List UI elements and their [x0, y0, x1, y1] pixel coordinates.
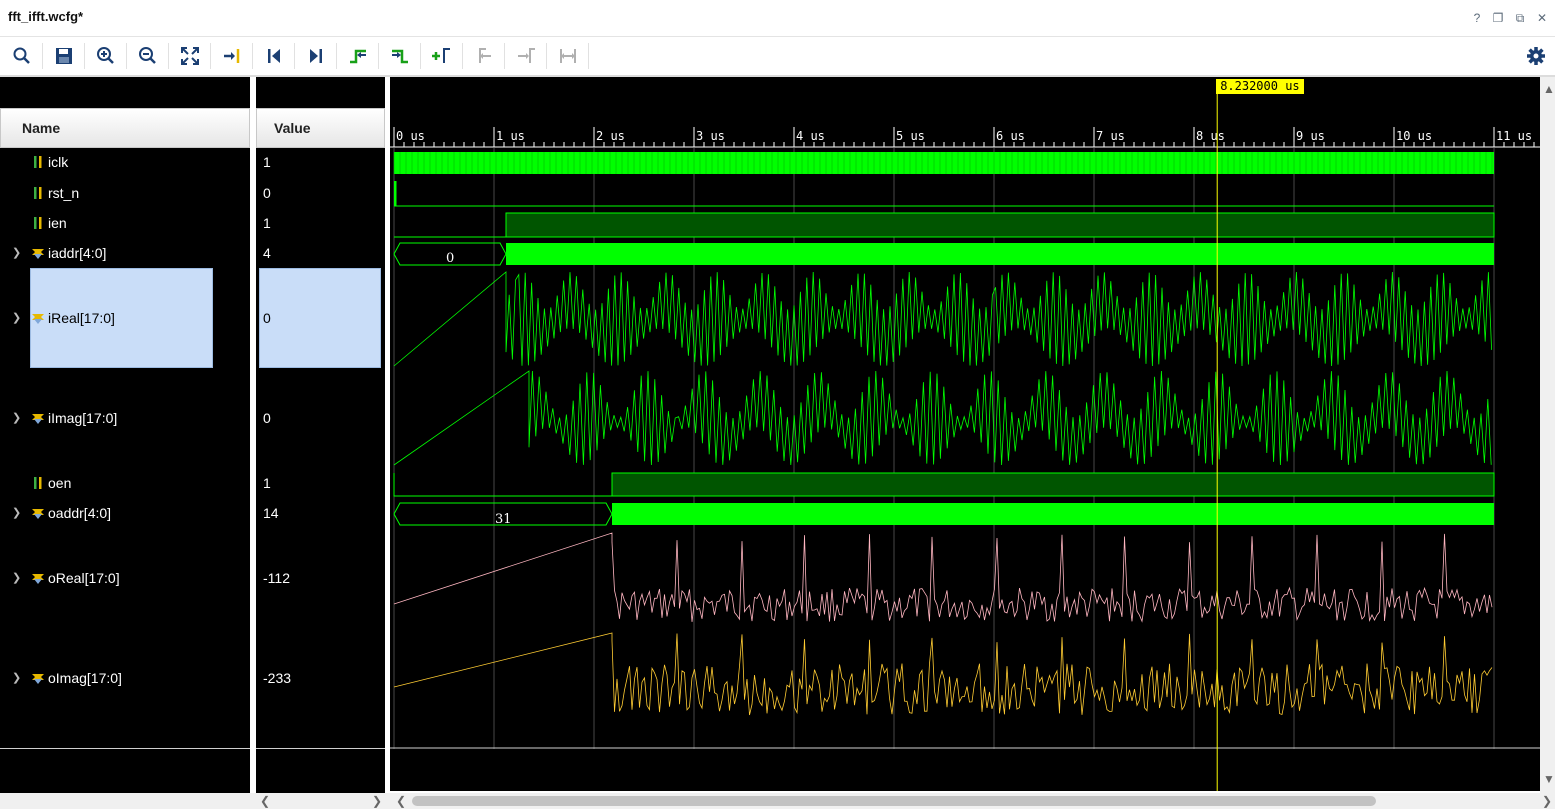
oaddr-dense-bus [612, 503, 1494, 525]
oReal-wave [393, 532, 1493, 623]
previous-marker-icon[interactable] [473, 45, 495, 67]
wave-scroll-thumb[interactable] [412, 796, 1376, 806]
previous-transition-icon[interactable] [347, 45, 369, 67]
cursor-time-label[interactable]: 8.232000 us [1216, 79, 1304, 94]
search-icon[interactable] [11, 45, 33, 67]
expand-chevron-icon[interactable]: ❯ [12, 668, 21, 688]
next-marker-icon[interactable] [515, 45, 537, 67]
signal-value: 1 [263, 215, 271, 231]
iaddr-dense-bus [506, 243, 1494, 265]
expand-chevron-icon[interactable]: ❯ [12, 503, 21, 523]
oaddr-initial-value: 31 [495, 512, 512, 527]
oImag-wave [393, 632, 1493, 716]
zoom-in-icon[interactable] [95, 45, 117, 67]
settings-icon[interactable] [1525, 45, 1547, 67]
oen-high-fill [611, 472, 1495, 497]
swap-cursors-icon[interactable] [557, 45, 579, 67]
wire-signal-icon [34, 187, 42, 199]
ruler-tick-label: 11 us [1496, 129, 1532, 143]
zoom-out-icon[interactable] [137, 45, 159, 67]
ruler-tick-label: 6 us [996, 129, 1025, 143]
wave-scroll-right-icon[interactable]: ❯ [1542, 793, 1552, 809]
expand-chevron-icon[interactable]: ❯ [12, 408, 21, 428]
add-marker-icon[interactable] [431, 45, 453, 67]
maximize-icon[interactable]: ⧉ [1512, 10, 1528, 26]
go-to-cursor-icon[interactable] [221, 45, 243, 67]
help-icon[interactable]: ? [1469, 10, 1485, 26]
signal-value: 0 [263, 185, 271, 201]
ruler-tick-label: 2 us [596, 129, 625, 143]
horizontal-scrollbar[interactable]: ❮ ❯ ❮ ❯ [0, 793, 1555, 809]
ruler-tick-label: 0 us [396, 129, 425, 143]
iaddr-initial-value: 0 [446, 251, 454, 266]
bus-signal-icon [32, 674, 44, 684]
scroll-left-icon[interactable]: ❮ [260, 793, 270, 809]
ruler-tick-label: 1 us [496, 129, 525, 143]
ruler-tick-label: 4 us [796, 129, 825, 143]
restore-icon[interactable]: ❐ [1490, 10, 1506, 26]
window-title: fft_ifft.wcfg* [8, 9, 84, 24]
window-titlebar: fft_ifft.wcfg* ? ❐ ⧉ ✕ [0, 0, 1555, 37]
go-to-start-icon[interactable] [263, 45, 285, 67]
ruler-tick-label: 9 us [1296, 129, 1325, 143]
vertical-scrollbar[interactable]: ▲ ▼ [1540, 77, 1555, 793]
signal-name: iImag[17:0] [48, 410, 118, 426]
signal-value: 1 [263, 154, 271, 170]
signal-name: oaddr[4:0] [48, 505, 112, 521]
wire-signal-icon [34, 217, 42, 229]
ruler-tick-label: 8 us [1196, 129, 1225, 143]
ruler-tick-label: 3 us [696, 129, 725, 143]
save-icon[interactable] [53, 45, 75, 67]
expand-chevron-icon[interactable]: ❯ [12, 568, 21, 588]
expand-chevron-icon[interactable]: ❯ [12, 243, 21, 263]
iclk-wave [394, 152, 1494, 174]
rst_n-wave [394, 181, 1494, 207]
iReal-wave [393, 271, 1492, 367]
expand-chevron-icon[interactable]: ❯ [12, 308, 21, 328]
bus-signal-icon [32, 574, 44, 584]
name-column-header[interactable]: Name [0, 108, 250, 148]
signal-value: -112 [263, 570, 290, 586]
go-to-end-icon[interactable] [305, 45, 327, 67]
value-column-header[interactable]: Value [256, 108, 385, 148]
signal-name: iaddr[4:0] [48, 245, 107, 261]
selected-value-highlight [259, 268, 381, 368]
ruler-tick-label: 5 us [896, 129, 925, 143]
signal-name: iclk [48, 154, 69, 170]
zoom-fit-icon[interactable] [179, 45, 201, 67]
waveform-toolbar [0, 37, 1555, 77]
signal-value: 0 [263, 410, 271, 426]
bus-signal-icon [32, 314, 44, 324]
signal-name: oImag[17:0] [48, 670, 122, 686]
signal-value: -233 [263, 670, 292, 686]
scroll-right-icon[interactable]: ❯ [372, 793, 382, 809]
bus-signal-icon [32, 509, 44, 519]
waveform-canvas[interactable]: 0 us 1 us 2 us 3 us 4 us 5 us 6 us 7 us 8 us 9 us… [390, 77, 1540, 791]
ien-high-fill [505, 212, 1495, 238]
signal-name: ien [48, 215, 67, 231]
signal-value: 0 [263, 310, 271, 326]
signal-value: 1 [263, 475, 271, 491]
bus-signal-icon [32, 249, 44, 259]
signal-value: 14 [263, 505, 279, 521]
ruler-tick-label: 7 us [1096, 129, 1125, 143]
wave-scroll-left-icon[interactable]: ❮ [396, 793, 406, 809]
signal-name-panel: Name iclk rst_nien ❯ iaddr[4:0] ❯ iReal[17:0]… [0, 77, 250, 793]
bus-signal-icon [32, 414, 44, 424]
close-icon[interactable]: ✕ [1534, 10, 1550, 26]
next-transition-icon[interactable] [389, 45, 411, 67]
ruler-tick-label: 10 us [1396, 129, 1432, 143]
signal-name: rst_n [48, 185, 80, 201]
signal-value-panel: Value 1 0 1 4 0 0 1 14 -112 -233 [256, 77, 385, 793]
wire-signal-icon [34, 477, 42, 489]
signal-name: oReal[17:0] [48, 570, 120, 586]
wire-signal-icon [34, 156, 42, 168]
signal-value: 4 [263, 245, 271, 261]
signal-name: oen [48, 475, 72, 491]
iImag-wave [393, 370, 1492, 466]
signal-name: iReal[17:0] [48, 310, 115, 326]
